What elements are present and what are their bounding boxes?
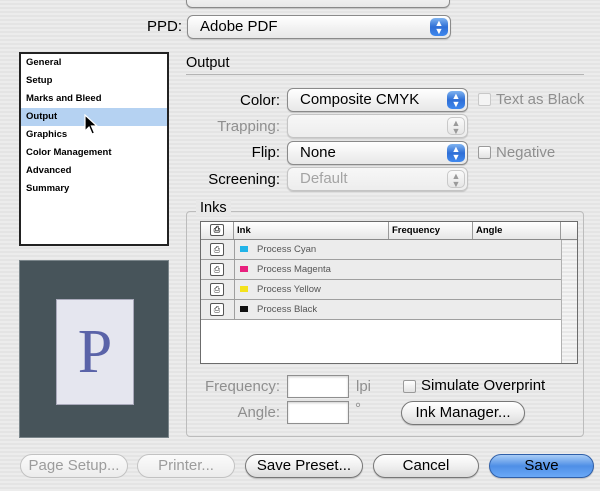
ink-name: Process Magenta (257, 264, 331, 275)
negative-checkbox[interactable] (478, 146, 491, 159)
ink-row-yellow[interactable]: ⎙ Process Yellow (201, 280, 561, 300)
screening-value: Default (300, 170, 348, 187)
sidebar-item-advanced[interactable]: Advanced (21, 162, 167, 180)
ppd-popup[interactable]: Adobe PDF ▲ ▼ (187, 15, 451, 39)
text-as-black-checkbox[interactable] (478, 93, 491, 106)
angle-label: Angle: (237, 404, 280, 421)
flip-label: Flip: (251, 144, 280, 161)
trapping-popup[interactable]: ▲ ▼ (287, 114, 468, 138)
printer-icon[interactable]: ⎙ (210, 283, 224, 296)
mouse-cursor-icon (84, 114, 99, 135)
ink-swatch-magenta (240, 266, 248, 272)
preview-page-letter: P (77, 318, 113, 386)
screening-popup[interactable]: Default ▲ ▼ (287, 167, 468, 191)
printer-icon[interactable]: ⎙ (210, 303, 224, 316)
sidebar-item-summary[interactable]: Summary (21, 180, 167, 198)
popup-arrows-icon: ▲ ▼ (447, 144, 465, 162)
flip-value: None (300, 144, 336, 161)
cancel-button[interactable]: Cancel (373, 454, 479, 478)
inks-table-header: ⎙ Ink Frequency Angle (201, 222, 577, 240)
ppd-value: Adobe PDF (200, 18, 278, 35)
color-popup[interactable]: Composite CMYK ▲ ▼ (287, 88, 468, 112)
output-section-title: Output (186, 55, 230, 71)
popup-arrows-icon: ▲ ▼ (447, 170, 465, 189)
printer-button[interactable]: Printer... (137, 454, 235, 478)
text-as-black-label: Text as Black (496, 91, 585, 108)
popup-arrows-icon: ▲ ▼ (430, 18, 448, 36)
top-cut-popup (186, 0, 450, 8)
inks-title: Inks (196, 200, 231, 216)
angle-unit: ° (355, 400, 361, 417)
inks-table-scrollbar[interactable] (561, 240, 577, 363)
ppd-label: PPD: (146, 18, 182, 35)
popup-arrows-icon: ▲ ▼ (447, 91, 465, 109)
print-column-header[interactable]: ⎙ (201, 222, 234, 239)
sidebar-item-color-management[interactable]: Color Management (21, 144, 167, 162)
cell-separator (234, 300, 235, 320)
cell-separator (234, 260, 235, 280)
save-preset-button[interactable]: Save Preset... (245, 454, 363, 478)
ink-row-black[interactable]: ⎙ Process Black (201, 300, 561, 320)
frequency-unit: lpi (356, 378, 372, 395)
ink-row-magenta[interactable]: ⎙ Process Magenta (201, 260, 561, 280)
printer-icon[interactable]: ⎙ (210, 263, 224, 276)
ink-column-header[interactable]: Ink (234, 222, 389, 239)
frequency-field[interactable] (287, 375, 349, 398)
output-divider (186, 74, 584, 75)
screening-label: Screening: (208, 171, 280, 188)
ink-name: Process Black (257, 304, 318, 315)
ink-swatch-cyan (240, 246, 248, 252)
page-preview: P (19, 260, 169, 438)
ink-swatch-yellow (240, 286, 248, 292)
cell-separator (234, 280, 235, 300)
sidebar-item-marks-and-bleed[interactable]: Marks and Bleed (21, 90, 167, 108)
preview-page-sheet: P (56, 299, 134, 405)
trapping-label: Trapping: (217, 118, 280, 135)
ink-row-cyan[interactable]: ⎙ Process Cyan (201, 240, 561, 260)
angle-column-header[interactable]: Angle (473, 222, 561, 239)
popup-arrows-icon: ▲ ▼ (447, 117, 465, 136)
cell-separator (234, 240, 235, 260)
page-setup-button[interactable]: Page Setup... (20, 454, 128, 478)
color-label: Color: (239, 92, 280, 109)
frequency-column-header[interactable]: Frequency (389, 222, 473, 239)
ink-swatch-black (240, 306, 248, 312)
sidebar-item-setup[interactable]: Setup (21, 72, 167, 90)
angle-field[interactable] (287, 401, 349, 424)
flip-popup[interactable]: None ▲ ▼ (287, 141, 468, 165)
ink-name: Process Yellow (257, 284, 321, 295)
inks-table[interactable]: ⎙ Ink Frequency Angle ⎙ Process Cyan ⎙ P… (200, 221, 578, 364)
ink-manager-button[interactable]: Ink Manager... (401, 401, 525, 425)
category-list[interactable]: General Setup Marks and Bleed Output Gra… (19, 52, 169, 246)
ink-name: Process Cyan (257, 244, 317, 255)
color-value: Composite CMYK (300, 91, 420, 108)
printer-icon: ⎙ (210, 224, 224, 236)
save-button[interactable]: Save (489, 454, 594, 478)
simulate-overprint-label: Simulate Overprint (421, 377, 546, 394)
simulate-overprint-checkbox[interactable] (403, 380, 416, 393)
sidebar-item-general[interactable]: General (21, 54, 167, 72)
negative-label: Negative (496, 144, 556, 161)
frequency-label: Frequency: (204, 378, 280, 395)
printer-icon[interactable]: ⎙ (210, 243, 224, 256)
